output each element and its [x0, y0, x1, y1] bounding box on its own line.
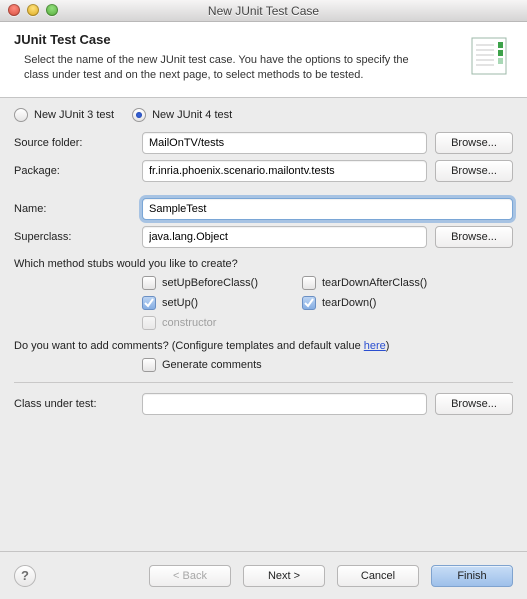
junit3-radio[interactable]: New JUnit 3 test	[14, 108, 114, 122]
wizard-header: JUnit Test Case Select the name of the n…	[0, 22, 527, 98]
stubs-question: Which method stubs would you like to cre…	[14, 258, 513, 270]
junit4-radio-label: New JUnit 4 test	[152, 109, 232, 121]
help-button[interactable]: ?	[14, 565, 36, 587]
source-folder-input[interactable]	[142, 132, 427, 154]
teardown-label: tearDown()	[322, 297, 376, 309]
package-browse-button[interactable]: Browse...	[435, 160, 513, 182]
superclass-browse-button[interactable]: Browse...	[435, 226, 513, 248]
name-label: Name:	[14, 203, 142, 215]
wizard-content: New JUnit 3 test New JUnit 4 test Source…	[0, 98, 527, 427]
back-button: < Back	[149, 565, 231, 587]
wizard-footer: ? < Back Next > Cancel Finish	[0, 551, 527, 599]
setupbefore-checkbox[interactable]: setUpBeforeClass()	[142, 276, 302, 290]
package-label: Package:	[14, 165, 142, 177]
generate-comments-label: Generate comments	[162, 359, 262, 371]
finish-button[interactable]: Finish	[431, 565, 513, 587]
teardownafter-label: tearDownAfterClass()	[322, 277, 427, 289]
page-title: JUnit Test Case	[14, 32, 457, 47]
setupbefore-label: setUpBeforeClass()	[162, 277, 258, 289]
generate-comments-checkbox[interactable]: Generate comments	[142, 358, 262, 372]
name-input[interactable]	[142, 198, 513, 220]
class-under-test-label: Class under test:	[14, 398, 142, 410]
junit3-radio-label: New JUnit 3 test	[34, 109, 114, 121]
divider	[14, 382, 513, 383]
close-icon[interactable]	[8, 4, 20, 16]
superclass-label: Superclass:	[14, 231, 142, 243]
minimize-icon[interactable]	[27, 4, 39, 16]
configure-link[interactable]: here	[364, 340, 386, 352]
comments-question: Do you want to add comments? (Configure …	[14, 340, 513, 352]
teardownafter-checkbox[interactable]: tearDownAfterClass()	[302, 276, 462, 290]
teardown-checkbox[interactable]: tearDown()	[302, 296, 462, 310]
window-controls	[8, 4, 58, 16]
class-under-test-input[interactable]	[142, 393, 427, 415]
superclass-input[interactable]	[142, 226, 427, 248]
junit-icon	[465, 32, 513, 80]
window-title: New JUnit Test Case	[208, 4, 319, 18]
setup-checkbox[interactable]: setUp()	[142, 296, 302, 310]
page-description: Select the name of the new JUnit test ca…	[14, 53, 434, 83]
constructor-checkbox: constructor	[142, 316, 302, 330]
titlebar: New JUnit Test Case	[0, 0, 527, 22]
package-input[interactable]	[142, 160, 427, 182]
source-folder-label: Source folder:	[14, 137, 142, 149]
source-folder-browse-button[interactable]: Browse...	[435, 132, 513, 154]
junit4-radio[interactable]: New JUnit 4 test	[132, 108, 232, 122]
class-under-test-browse-button[interactable]: Browse...	[435, 393, 513, 415]
constructor-label: constructor	[162, 317, 216, 329]
next-button[interactable]: Next >	[243, 565, 325, 587]
cancel-button[interactable]: Cancel	[337, 565, 419, 587]
setup-label: setUp()	[162, 297, 198, 309]
zoom-icon[interactable]	[46, 4, 58, 16]
